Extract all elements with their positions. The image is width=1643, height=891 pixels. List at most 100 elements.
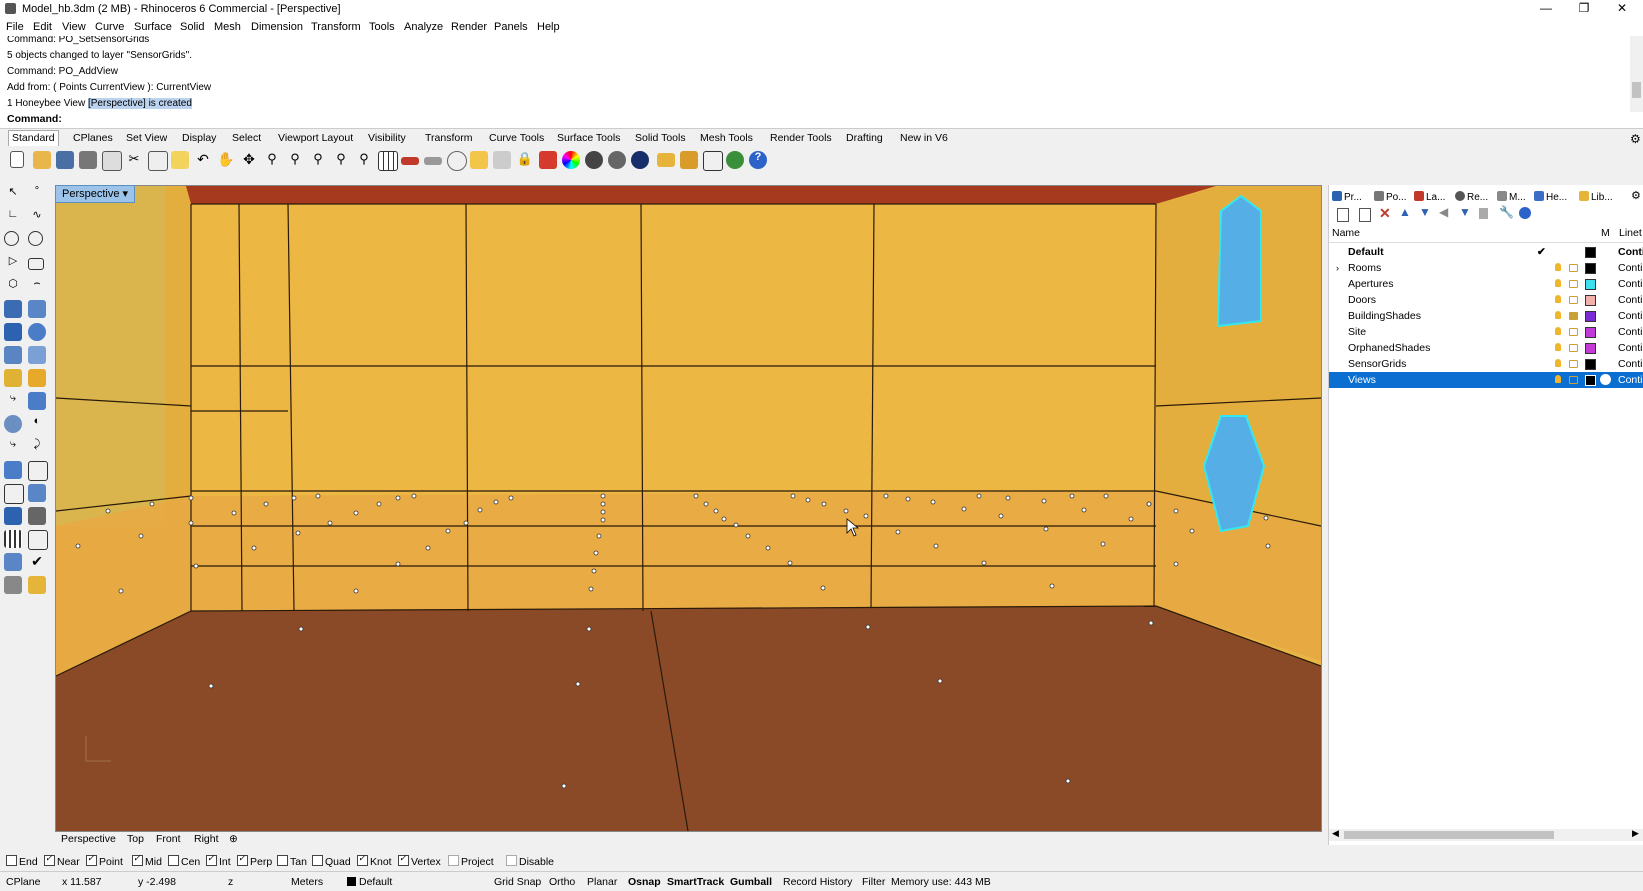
toggle-smarttrack[interactable]: SmartTrack <box>667 876 724 888</box>
status-units[interactable]: Meters <box>291 876 323 888</box>
tab-surface-tools[interactable]: Surface Tools <box>557 132 620 144</box>
tab-curve-tools[interactable]: Curve Tools <box>489 132 544 144</box>
tab-layers[interactable]: La... <box>1414 191 1445 203</box>
filter-layers-icon[interactable]: ▼ <box>1459 205 1471 219</box>
zoom-extents-icon[interactable]: ⚲ <box>309 151 327 169</box>
menu-help[interactable]: Help <box>537 21 560 33</box>
unlock-icon[interactable] <box>1569 376 1578 384</box>
open-icon[interactable] <box>33 151 51 169</box>
layer-state-icon[interactable] <box>1479 208 1488 219</box>
column-header-name[interactable]: Name <box>1332 227 1360 239</box>
toggle-gumball[interactable]: Gumball <box>730 876 772 888</box>
osnap-knot[interactable]: Knot <box>357 853 392 868</box>
join-icon[interactable]: ⤷ <box>4 438 22 456</box>
layer-color-swatch[interactable] <box>1585 327 1596 338</box>
osnap-mid[interactable]: Mid <box>132 853 162 868</box>
layer-row-views[interactable]: Views Conti <box>1329 372 1643 388</box>
tab-points[interactable]: Po... <box>1374 191 1407 203</box>
delete-layer-icon[interactable]: ✕ <box>1379 205 1391 222</box>
paste-icon[interactable] <box>171 151 189 169</box>
layer-icon[interactable] <box>539 151 557 169</box>
osnap-vertex[interactable]: Vertex <box>398 853 441 868</box>
analyze-icon[interactable] <box>4 553 22 571</box>
tools-icon[interactable]: 🔧 <box>1499 205 1514 219</box>
tab-help[interactable]: He... <box>1534 191 1567 203</box>
osnap-project[interactable]: Project <box>448 855 494 868</box>
scroll-thumb[interactable] <box>1344 831 1554 839</box>
menu-surface[interactable]: Surface <box>134 21 172 33</box>
layer-color-swatch[interactable] <box>1585 311 1596 322</box>
rotate-view-icon[interactable]: ✥ <box>240 151 258 169</box>
unlock-icon[interactable] <box>1569 264 1578 272</box>
toggle-osnap[interactable]: Osnap <box>628 876 661 888</box>
layer-linetype[interactable]: Conti <box>1618 356 1643 372</box>
unlock-icon[interactable] <box>1569 344 1578 352</box>
panel-gear-icon[interactable]: ⚙ <box>1631 189 1641 202</box>
ellipse-icon[interactable] <box>28 231 43 246</box>
box-icon[interactable] <box>4 323 22 341</box>
pan-icon[interactable]: ✋ <box>217 151 235 169</box>
tab-render-tools[interactable]: Render Tools <box>770 132 832 144</box>
layer-row-rooms[interactable]: › Rooms Conti <box>1329 260 1643 276</box>
cut-icon[interactable]: ✂ <box>125 151 143 169</box>
toggle-filter[interactable]: Filter <box>862 876 885 888</box>
layer-color-swatch[interactable] <box>1585 343 1596 354</box>
surface-icon[interactable] <box>4 300 22 318</box>
command-history[interactable]: Command: PO_SetSensorGrids 5 objects cha… <box>0 36 1630 113</box>
layer-linetype[interactable]: Conti <box>1618 244 1643 260</box>
tab-render[interactable]: Re... <box>1455 191 1488 203</box>
layer-linetype[interactable]: Conti <box>1618 276 1643 292</box>
menu-panels[interactable]: Panels <box>494 21 528 33</box>
explode-icon[interactable] <box>4 369 22 387</box>
new-icon[interactable] <box>10 151 24 168</box>
toggle-planar[interactable]: Planar <box>587 876 617 888</box>
layer-color-swatch[interactable] <box>1585 359 1596 370</box>
add-viewport-icon[interactable]: ⊕ <box>229 833 238 845</box>
tab-viewport-layout[interactable]: Viewport Layout <box>278 132 353 144</box>
osnap-near[interactable]: Near <box>44 853 80 868</box>
toggle-record-history[interactable]: Record History <box>783 876 852 888</box>
undo-icon[interactable]: ↶ <box>194 151 212 169</box>
split-icon[interactable]: ◐ <box>28 415 46 433</box>
tab-properties[interactable]: Pr... <box>1332 191 1362 203</box>
layer-color-swatch[interactable] <box>1585 375 1596 386</box>
panel-help-icon[interactable] <box>1519 207 1531 219</box>
minimize-icon[interactable]: — <box>1528 0 1564 18</box>
osnap-end[interactable]: End <box>6 855 38 868</box>
command-line[interactable]: Command: <box>0 112 1643 129</box>
material-circle-icon[interactable] <box>1600 374 1611 385</box>
curve-icon[interactable]: ∿ <box>28 208 46 226</box>
menu-view[interactable]: View <box>62 21 86 33</box>
sphere-icon[interactable] <box>28 323 46 341</box>
material-tool-icon[interactable] <box>28 576 46 594</box>
layer-row-buildingshades[interactable]: BuildingShades Conti <box>1329 308 1643 324</box>
bulb-on-icon[interactable] <box>1555 263 1561 271</box>
bulb-on-icon[interactable] <box>1555 295 1561 303</box>
osnap-tan[interactable]: Tan <box>277 855 307 868</box>
layer-row-site[interactable]: Site Conti <box>1329 324 1643 340</box>
osnap-int[interactable]: Int <box>206 853 231 868</box>
tab-solid-tools[interactable]: Solid Tools <box>635 132 686 144</box>
tab-cplanes[interactable]: CPlanes <box>73 132 113 144</box>
dimension-tool-icon[interactable] <box>28 461 48 481</box>
tab-materials[interactable]: M... <box>1497 191 1526 203</box>
viewport-tab-front[interactable]: Front <box>156 833 181 845</box>
layer-color-swatch[interactable] <box>1585 279 1596 290</box>
layer-linetype[interactable]: Conti <box>1618 308 1643 324</box>
freeform-icon[interactable]: ⌢ <box>28 277 46 295</box>
osnap-cen[interactable]: Cen <box>168 855 200 868</box>
viewport-tab-right[interactable]: Right <box>194 833 219 845</box>
layer-row-sensorgrids[interactable]: SensorGrids Conti <box>1329 356 1643 372</box>
viewport-title-tab[interactable]: Perspective ▾ <box>55 185 136 203</box>
chamfer-icon[interactable] <box>28 392 46 410</box>
menu-render[interactable]: Render <box>451 21 487 33</box>
layer-linetype[interactable]: Conti <box>1618 260 1643 276</box>
layer-row-orphanedshades[interactable]: OrphanedShades Conti <box>1329 340 1643 356</box>
scroll-left-icon[interactable]: ◀ <box>1332 828 1339 839</box>
bulb-on-icon[interactable] <box>1555 311 1561 319</box>
scale-tool-icon[interactable] <box>28 507 46 525</box>
show-objects-icon[interactable] <box>424 157 442 165</box>
tab-display[interactable]: Display <box>182 132 216 144</box>
points-on-icon[interactable] <box>470 151 488 169</box>
layer-linetype[interactable]: Conti <box>1618 340 1643 356</box>
